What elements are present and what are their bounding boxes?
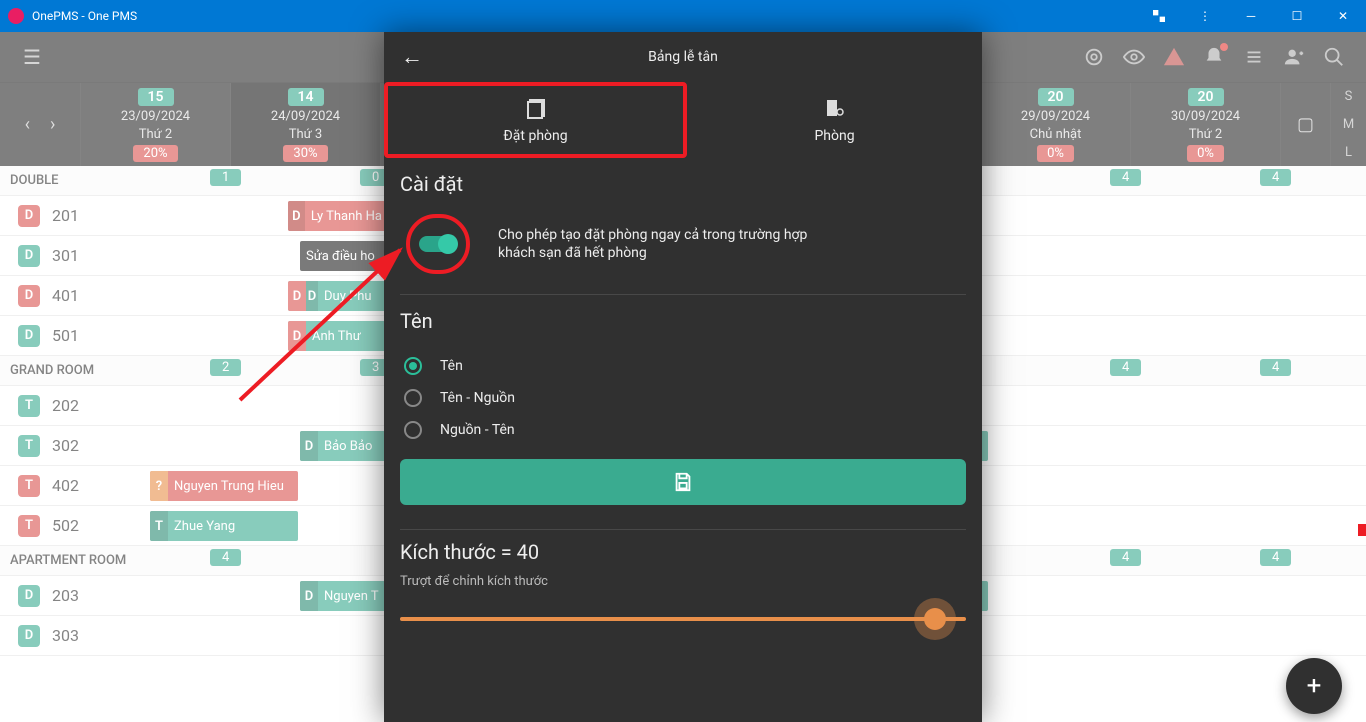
radio-label: Nguồn - Tên (440, 422, 515, 438)
radio-source-name[interactable]: Nguồn - Tên (404, 421, 962, 439)
annotation-circle (406, 214, 470, 274)
radio-label: Tên - Nguồn (440, 390, 515, 406)
tab-booking-label: Đặt phòng (503, 128, 567, 144)
save-icon (672, 471, 694, 493)
size-heading: Kích thước = 40 (400, 540, 966, 564)
close-button[interactable]: ✕ (1320, 0, 1366, 32)
toggle-label: Cho phép tạo đặt phòng ngay cả trong trư… (498, 226, 828, 262)
tab-room[interactable]: Phòng (687, 82, 982, 158)
booking-icon (524, 96, 548, 120)
room-icon (823, 96, 847, 120)
radio-icon (404, 421, 422, 439)
radio-name-source[interactable]: Tên - Nguồn (404, 389, 962, 407)
tab-room-label: Phòng (814, 128, 854, 144)
radio-icon (404, 357, 422, 375)
save-button[interactable] (400, 459, 966, 505)
add-button[interactable]: + (1286, 658, 1342, 714)
maximize-button[interactable]: ☐ (1274, 0, 1320, 32)
overbook-toggle[interactable] (419, 236, 457, 252)
titlebar-translate-icon[interactable] (1136, 0, 1182, 32)
back-icon[interactable]: ← (384, 44, 440, 70)
name-heading: Tên (400, 309, 966, 333)
slider-thumb[interactable] (924, 608, 946, 630)
panel-title: Bảng lễ tân (384, 49, 982, 65)
radio-label: Tên (440, 358, 463, 374)
minimize-button[interactable]: ─ (1228, 0, 1274, 32)
red-marker (1358, 524, 1366, 536)
settings-heading: Cài đặt (400, 172, 966, 196)
radio-icon (404, 389, 422, 407)
app-icon (8, 8, 24, 24)
size-subtitle: Trượt để chỉnh kích thước (400, 574, 966, 589)
titlebar: OnePMS - One PMS ⋮ ─ ☐ ✕ (0, 0, 1366, 32)
app-title: OnePMS - One PMS (32, 9, 1136, 23)
size-slider[interactable] (400, 617, 966, 621)
tab-booking[interactable]: Đặt phòng (384, 82, 687, 158)
titlebar-more-icon[interactable]: ⋮ (1182, 0, 1228, 32)
settings-panel: ← Bảng lễ tân Đặt phòng Phòng Cài đặt Ch… (384, 32, 982, 722)
radio-name[interactable]: Tên (404, 357, 962, 375)
